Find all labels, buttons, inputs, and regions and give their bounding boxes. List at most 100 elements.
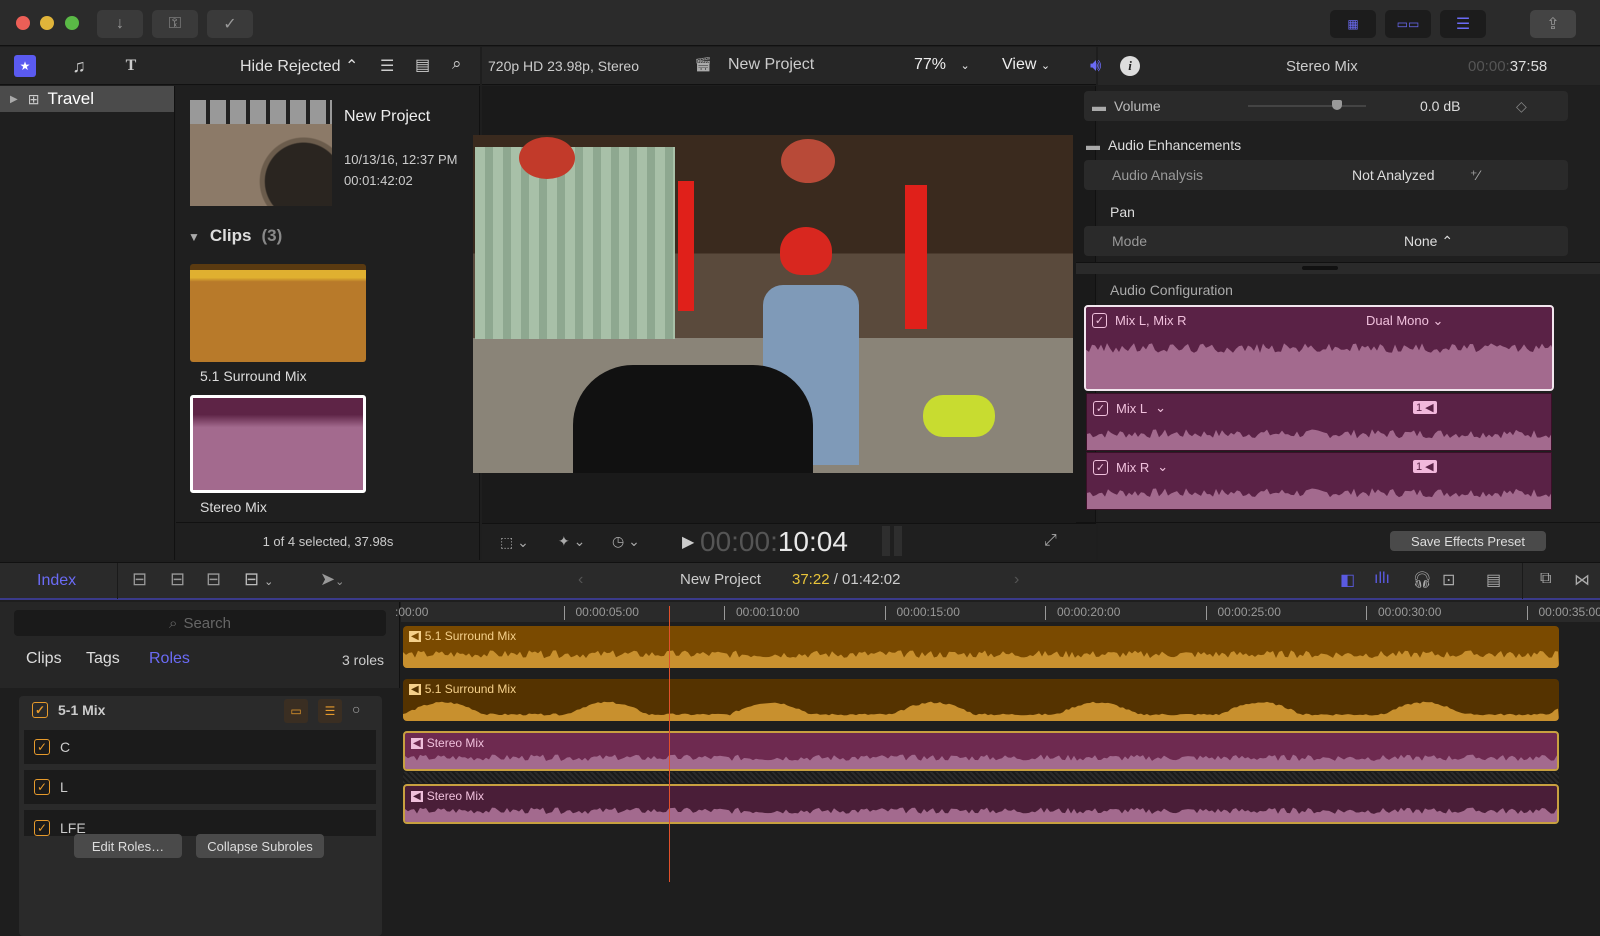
snapping-icon[interactable]: ⊡ bbox=[1442, 570, 1455, 590]
timecode-display[interactable]: 00:00:10:04 bbox=[700, 526, 848, 558]
channel-config-main[interactable]: ✓ Mix L, Mix R Dual Mono ⌄ bbox=[1084, 305, 1554, 391]
transitions-browser-icon[interactable]: ⋈ bbox=[1574, 570, 1590, 590]
channel-mode-popup[interactable]: Dual Mono ⌄ bbox=[1366, 313, 1443, 329]
subrole-row[interactable]: ✓L bbox=[24, 770, 376, 804]
index-tab-roles[interactable]: Roles bbox=[149, 650, 190, 668]
skimming-icon[interactable]: ◧ bbox=[1340, 570, 1355, 590]
filter-popup[interactable]: Hide Rejected ⌃ bbox=[240, 56, 358, 76]
volume-slider-knob[interactable] bbox=[1332, 100, 1342, 110]
subrole-row[interactable]: ✓LFE bbox=[24, 810, 376, 836]
save-effects-preset-button[interactable]: Save Effects Preset bbox=[1390, 531, 1546, 551]
edit-roles-button[interactable]: Edit Roles… bbox=[74, 834, 182, 858]
select-tool-icon[interactable]: ➤⌄ bbox=[320, 569, 344, 590]
transform-button[interactable]: ⬚ ⌄ bbox=[500, 534, 529, 551]
magic-wand-icon[interactable]: ⁺⁄ bbox=[1470, 167, 1480, 184]
volume-slider[interactable] bbox=[1248, 105, 1366, 107]
timeline-ruler[interactable]: :00:0000:00:05:0000:00:10:0000:00:15:000… bbox=[401, 602, 1600, 622]
timeline-clip-surround-mix[interactable]: ◀5.1 Surround Mix bbox=[403, 626, 1559, 668]
timeline-toggle-button[interactable]: ▭▭ bbox=[1385, 10, 1431, 38]
index-tab-tags[interactable]: Tags bbox=[86, 650, 120, 668]
pan-mode-popup[interactable]: None ⌃ bbox=[1404, 233, 1453, 250]
collapse-triangle-icon[interactable]: ▼ bbox=[188, 230, 200, 246]
audio-skimming-icon[interactable]: ıllı bbox=[1374, 570, 1390, 588]
clip-appearance-icon[interactable]: ▤ bbox=[1486, 570, 1501, 590]
timeline-position: 37:22 / 01:42:02 bbox=[792, 571, 900, 588]
photos-audio-icon[interactable]: ♫ bbox=[66, 53, 92, 79]
fullscreen-icon[interactable]: ⤢ bbox=[1044, 532, 1057, 550]
clip-appearance-icon[interactable]: ☰ bbox=[380, 56, 394, 76]
clips-section-header[interactable]: ▼ Clips (3) bbox=[188, 226, 282, 246]
clip-thumbnail-stereo-selected[interactable] bbox=[190, 395, 366, 493]
inspector-toggle-button[interactable]: ☰ bbox=[1440, 10, 1486, 38]
index-search-field[interactable]: ⌕Search bbox=[14, 610, 386, 636]
browser-toggle-button[interactable]: ▦ bbox=[1330, 10, 1376, 38]
chevron-down-icon[interactable]: ⌄ bbox=[1157, 459, 1168, 475]
import-button[interactable]: ↓ bbox=[97, 10, 143, 38]
subrole-checkbox[interactable]: ✓ bbox=[34, 820, 50, 836]
info-inspector-tab[interactable]: i bbox=[1120, 56, 1140, 76]
focus-circle-icon[interactable]: ○ bbox=[352, 701, 360, 717]
minimize-window-button[interactable] bbox=[40, 16, 54, 30]
solo-headphones-icon[interactable]: 🎧︎ bbox=[1412, 570, 1432, 590]
index-tab-clips[interactable]: Clips bbox=[26, 650, 62, 668]
audio-inspector-tab[interactable]: 🔊︎ bbox=[1090, 55, 1101, 76]
channel-checkbox[interactable]: ✓ bbox=[1092, 313, 1107, 328]
disclosure-triangle-icon[interactable]: ▶ bbox=[10, 94, 18, 105]
timeline-index-button[interactable]: Index bbox=[37, 572, 76, 590]
keywords-button[interactable]: ⚿ bbox=[152, 10, 198, 38]
channel-speaker-badge: 1 ◀ bbox=[1413, 401, 1437, 414]
library-item-travel[interactable]: ▶ ⊞ Travel bbox=[0, 86, 174, 112]
filmstrip-icon[interactable]: ▤ bbox=[415, 55, 430, 75]
audio-enhancements-header[interactable]: ▬Audio Enhancements bbox=[1086, 137, 1241, 153]
subrole-checkbox[interactable]: ✓ bbox=[34, 779, 50, 795]
history-forward-icon[interactable]: › bbox=[1014, 571, 1019, 589]
channel-checkbox[interactable]: ✓ bbox=[1093, 401, 1108, 416]
view-popup[interactable]: View ⌄ bbox=[1002, 56, 1050, 74]
append-clip-icon[interactable]: ⊟ bbox=[206, 569, 221, 590]
subroles-icon[interactable]: ☰ bbox=[318, 699, 342, 723]
titles-generators-icon[interactable]: T bbox=[118, 53, 144, 79]
search-icon[interactable]: ⌕ bbox=[452, 54, 462, 74]
timeline-clip-stereo-mix[interactable]: ◀Stereo Mix bbox=[403, 731, 1559, 771]
search-icon: ⌕ bbox=[169, 615, 177, 632]
channel-mix-l[interactable]: ✓ Mix L⌄ 1 ◀ bbox=[1086, 393, 1552, 451]
play-button[interactable]: ▶ bbox=[682, 532, 694, 552]
background-tasks-button[interactable]: ✓ bbox=[207, 10, 253, 38]
connect-clip-icon[interactable]: ⊟ bbox=[132, 569, 147, 590]
motorcycle bbox=[573, 365, 813, 473]
share-button[interactable]: ⇪ bbox=[1530, 10, 1576, 38]
enhance-button[interactable]: ✦ ⌄ bbox=[558, 533, 585, 550]
role-row-5-1-mix[interactable]: ✓5-1 Mix bbox=[32, 702, 105, 718]
playhead[interactable] bbox=[669, 606, 670, 882]
clip-thumbnail-surround[interactable] bbox=[190, 264, 366, 362]
keyframe-icon[interactable]: ◇ bbox=[1516, 98, 1527, 115]
channel-mix-r[interactable]: ✓ Mix R⌄ 1 ◀ bbox=[1086, 452, 1552, 510]
video-frame[interactable] bbox=[473, 135, 1073, 473]
channel-checkbox[interactable]: ✓ bbox=[1093, 460, 1108, 475]
timeline-clip-surround-mix[interactable]: ◀5.1 Surround Mix bbox=[403, 679, 1559, 721]
zoom-popup[interactable]: 77% ⌄ bbox=[914, 56, 970, 74]
subrole-checkbox[interactable]: ✓ bbox=[34, 739, 50, 755]
subrole-row[interactable]: ✓C bbox=[24, 730, 376, 764]
timeline-clip-stereo-mix[interactable]: ◀Stereo Mix bbox=[403, 784, 1559, 824]
history-back-icon[interactable]: ‹ bbox=[578, 571, 583, 589]
retime-button[interactable]: ◷ ⌄ bbox=[612, 533, 640, 550]
chevron-down-icon[interactable]: ⌄ bbox=[1155, 400, 1166, 416]
red-banner bbox=[905, 185, 927, 329]
lantern bbox=[781, 139, 835, 183]
split-handle[interactable] bbox=[1076, 262, 1600, 274]
role-checkbox[interactable]: ✓ bbox=[32, 702, 48, 718]
section-toggle-icon[interactable]: ▬ bbox=[1092, 98, 1106, 114]
volume-value[interactable]: 0.0 dB bbox=[1420, 98, 1460, 114]
close-window-button[interactable] bbox=[16, 16, 30, 30]
project-thumbnail[interactable] bbox=[190, 100, 332, 206]
libraries-icon[interactable]: ★ bbox=[14, 55, 36, 77]
insert-clip-icon[interactable]: ⊟ bbox=[170, 569, 185, 590]
collapse-subroles-button[interactable]: Collapse Subroles bbox=[196, 834, 324, 858]
lanes-icon[interactable]: ▭ bbox=[284, 699, 308, 723]
key-icon: ⚿ bbox=[169, 15, 181, 33]
zoom-window-button[interactable] bbox=[65, 16, 79, 30]
overwrite-clip-icon[interactable]: ⊟ ⌄ bbox=[244, 569, 273, 590]
audio-clip-icon: ◀ bbox=[411, 791, 423, 802]
effects-browser-icon[interactable]: ⧉ bbox=[1540, 570, 1551, 588]
